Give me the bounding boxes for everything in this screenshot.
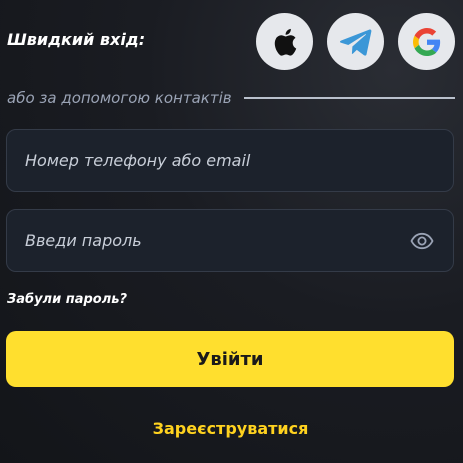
- telegram-login-button[interactable]: [327, 13, 384, 70]
- eye-icon[interactable]: [409, 228, 435, 254]
- google-icon: [412, 27, 441, 56]
- register-link[interactable]: Зареєструватися: [0, 419, 461, 438]
- google-login-button[interactable]: [398, 13, 455, 70]
- apple-icon: [273, 28, 297, 56]
- divider-text: або за допомогою контактів: [7, 89, 232, 107]
- login-input[interactable]: [25, 151, 435, 170]
- divider-line: [243, 97, 455, 99]
- forgot-password-link[interactable]: Забули пароль?: [7, 292, 127, 307]
- login-button[interactable]: Увійти: [6, 331, 454, 387]
- quick-login-label: Швидкий вхід:: [7, 30, 146, 49]
- telegram-icon: [339, 28, 372, 56]
- password-field: [6, 209, 454, 272]
- apple-login-button[interactable]: [256, 13, 313, 70]
- login-panel: Швидкий вхід: або за допомогою контактів…: [0, 0, 463, 463]
- password-input[interactable]: [25, 231, 409, 250]
- contacts-divider: або за допомогою контактів: [7, 88, 455, 108]
- login-field: [6, 129, 454, 192]
